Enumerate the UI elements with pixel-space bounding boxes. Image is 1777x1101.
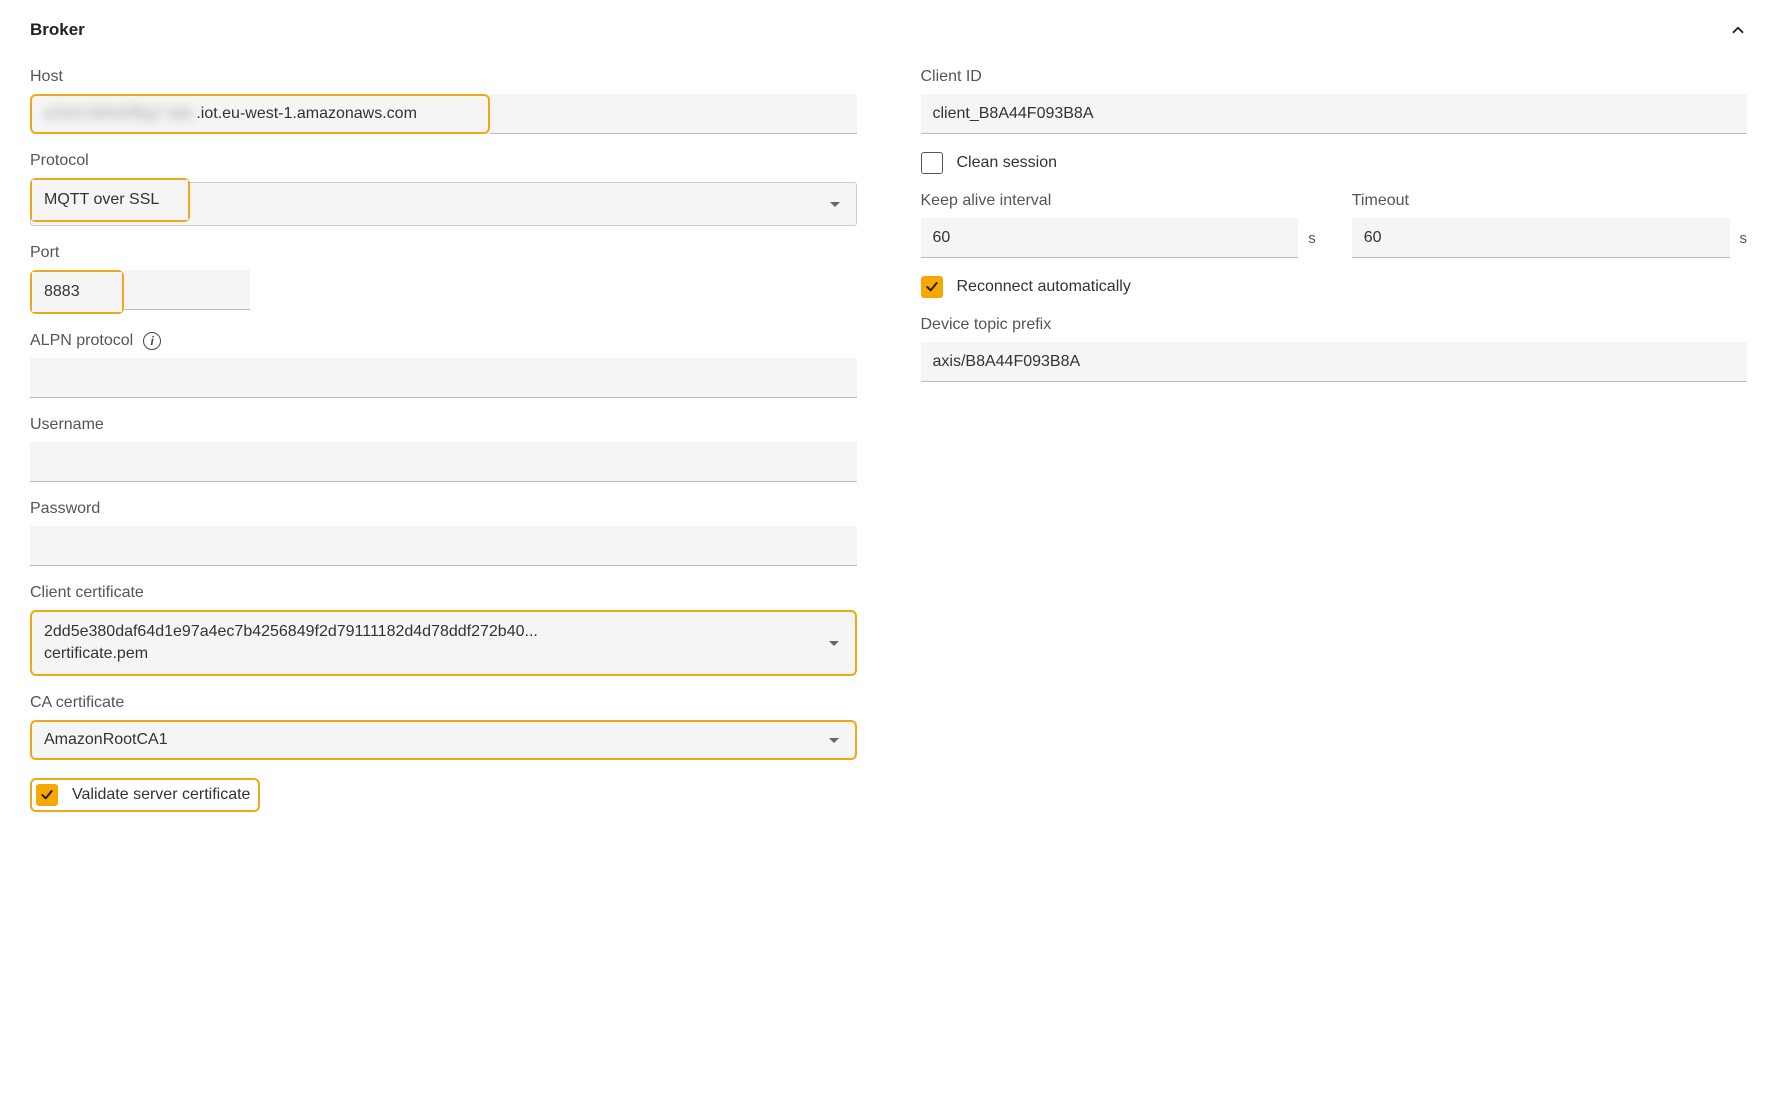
chevron-down-icon (829, 738, 839, 743)
password-label: Password (30, 500, 857, 518)
host-visible: .iot.eu-west-1.amazonaws.com (196, 105, 417, 123)
ca-cert-value: AmazonRootCA1 (44, 731, 168, 749)
clean-session-label: Clean session (957, 154, 1058, 172)
ca-cert-select[interactable]: AmazonRootCA1 (30, 720, 857, 760)
ca-cert-label: CA certificate (30, 694, 857, 712)
keep-alive-unit: s (1308, 230, 1316, 247)
left-column: Host a1b2c3d4e5f6g7-abc .iot.eu-west-1.a… (30, 68, 857, 830)
right-column: Client ID Clean session Keep alive inter… (921, 68, 1748, 830)
port-input-extension[interactable] (124, 270, 250, 310)
username-input[interactable] (30, 442, 857, 482)
info-icon[interactable]: i (143, 332, 161, 350)
chevron-down-icon (829, 641, 839, 646)
keep-alive-label: Keep alive interval (921, 192, 1316, 210)
host-blurred: a1b2c3d4e5f6g7-abc (44, 105, 194, 123)
client-cert-line2: certificate.pem (44, 645, 829, 663)
client-cert-select[interactable]: 2dd5e380daf64d1e97a4ec7b4256849f2d791111… (30, 610, 857, 676)
chevron-up-icon[interactable] (1729, 21, 1747, 39)
broker-section-header: Broker (30, 20, 1747, 40)
keep-alive-input[interactable] (921, 218, 1299, 258)
validate-cert-row: Validate server certificate (30, 778, 260, 812)
reconnect-label: Reconnect automatically (957, 278, 1131, 296)
port-label: Port (30, 244, 857, 262)
prefix-label: Device topic prefix (921, 316, 1748, 334)
prefix-input[interactable] (921, 342, 1748, 382)
client-id-input[interactable] (921, 94, 1748, 134)
clean-session-checkbox[interactable] (921, 152, 943, 174)
timeout-unit: s (1740, 230, 1748, 247)
validate-cert-label: Validate server certificate (72, 786, 250, 804)
port-input[interactable]: 8883 (32, 272, 122, 312)
clean-session-row: Clean session (921, 152, 1748, 174)
alpn-input[interactable] (30, 358, 857, 398)
host-label: Host (30, 68, 857, 86)
password-input[interactable] (30, 526, 857, 566)
reconnect-row: Reconnect automatically (921, 276, 1748, 298)
protocol-select-highlighted[interactable]: MQTT over SSL (32, 180, 188, 220)
client-id-label: Client ID (921, 68, 1748, 86)
timeout-label: Timeout (1352, 192, 1747, 210)
host-input[interactable]: a1b2c3d4e5f6g7-abc .iot.eu-west-1.amazon… (30, 94, 490, 134)
alpn-label: ALPN protocol (30, 332, 133, 350)
chevron-down-icon (830, 202, 840, 207)
client-cert-label: Client certificate (30, 584, 857, 602)
timeout-input[interactable] (1352, 218, 1730, 258)
section-title: Broker (30, 20, 85, 40)
protocol-value: MQTT over SSL (44, 191, 159, 209)
protocol-label: Protocol (30, 152, 857, 170)
validate-cert-checkbox[interactable] (36, 784, 58, 806)
reconnect-checkbox[interactable] (921, 276, 943, 298)
host-input-wrap: a1b2c3d4e5f6g7-abc .iot.eu-west-1.amazon… (30, 94, 857, 134)
client-cert-line1: 2dd5e380daf64d1e97a4ec7b4256849f2d791111… (44, 623, 829, 641)
username-label: Username (30, 416, 857, 434)
host-input-extension[interactable] (490, 94, 857, 134)
